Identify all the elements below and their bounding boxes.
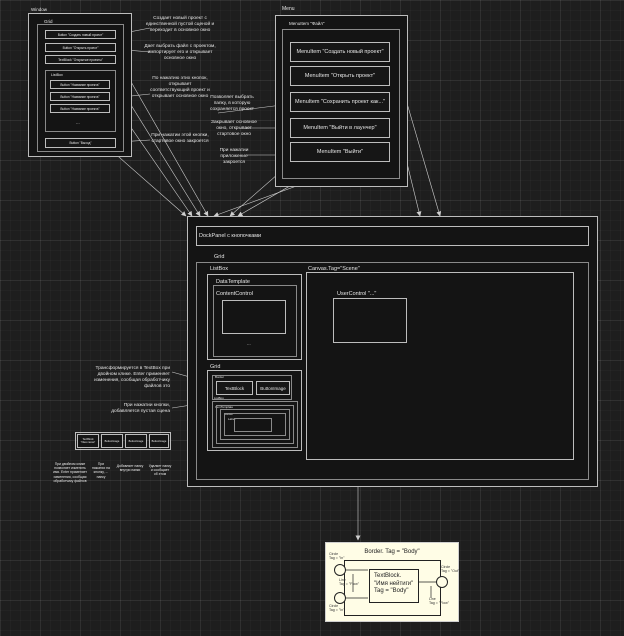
menuitem-open-project[interactable]: MenuItem "Открыть проект" xyxy=(290,66,390,86)
caption-open-project: Дает выбрать файл с проектом, импортируе… xyxy=(144,44,216,61)
listbox-ellipsis: ... xyxy=(247,341,251,346)
itemtemplate-box-5 xyxy=(234,418,272,432)
textblock-button[interactable]: TextBlock xyxy=(216,381,253,395)
contentcontrol-box xyxy=(222,300,286,334)
caption-textblock-transform: Трансформируется в TextBox при двойном к… xyxy=(94,366,170,389)
project-button-2[interactable]: Button "Название проекта" xyxy=(50,92,110,101)
annotation-circle-in-bottom: Circle Tag = "In" xyxy=(329,604,345,613)
toolbar-caption-1: При двойном клике позволяет изменить имя… xyxy=(53,462,87,483)
caption-save-as: Позволяет выбрать папку, в которую сохра… xyxy=(210,95,254,112)
toolbar-folder-name[interactable]: TextBlock "Имя папки" xyxy=(77,434,99,448)
menuitem-create-project[interactable]: MenuItem "Создать новый проект" xyxy=(290,42,390,62)
usercontrol-label: UserControl "..." xyxy=(337,291,377,297)
toolbar-caption-2: При нажатии на кнопку, ... папку xyxy=(92,462,110,479)
window-list-ellipsis: ... xyxy=(76,120,80,125)
caption-create-project: Создает новый проект с единственной пуст… xyxy=(145,16,215,33)
window-listbox-label: ListBox xyxy=(51,73,63,77)
project-button-1[interactable]: Button "Название проекта" xyxy=(50,80,110,89)
window-title: Window xyxy=(31,7,48,12)
toolbar-caption-3: Добавляет папку внутри папки xyxy=(116,464,144,473)
dockpanel-title: DockPanel с кнопочками xyxy=(199,233,262,239)
listbox-small-label: ListBox xyxy=(214,396,224,400)
caption-exit-launcher: Закрывает основное окно, открывает старт… xyxy=(211,120,257,137)
toolbar-buttonimage-1[interactable]: ButtonImage xyxy=(101,434,123,448)
menuitem-file-label: MenuItem "Файл" xyxy=(289,21,325,26)
project-button-3[interactable]: Button "Название проекта" xyxy=(50,104,110,113)
annotation-circle-out: Circle Tag = "Out" xyxy=(441,565,460,574)
listbox-label: ListBox xyxy=(210,266,229,272)
menuitem-exit[interactable]: MenuItem "Выйти" xyxy=(290,142,390,162)
exit-button[interactable]: Button "Выход" xyxy=(45,138,116,148)
toolbar-caption-4: Удаляет папку и сообщает об этом xyxy=(148,464,172,477)
contentcontrol-label: ContentControl xyxy=(216,291,253,297)
datatemplate-label: DataTemplate xyxy=(216,279,250,285)
open-projects-textblock: TextBlock "Открытые проекты" xyxy=(45,55,116,64)
menuitem-save-as[interactable]: MenuItem "Сохранить проект как..." xyxy=(290,92,390,112)
annotation-circle-in-top: Circle Tag = "In" xyxy=(329,552,345,561)
toolbar-buttonimage-2[interactable]: ButtonImage xyxy=(125,434,147,448)
usercontrol-box xyxy=(333,298,407,343)
create-project-button[interactable]: Button "Создать новый проект" xyxy=(45,30,116,39)
canvas-label: Canvas.Tag="Scene" xyxy=(308,266,360,272)
dockpanel-grid-label: Grid xyxy=(214,254,225,260)
annotation-line-left: Line Tag = "Flow" xyxy=(339,578,360,587)
window-grid-label: Grid xyxy=(44,19,53,24)
caption-exit-app: При нажатии приложение закроется xyxy=(219,148,249,165)
grid2-label: Grid xyxy=(210,364,221,370)
caption-add-scene: При нажатии кнопки, добавляется пустая с… xyxy=(111,403,170,414)
buttonimage-button[interactable]: ButtonImage xyxy=(256,381,290,395)
menuitem-exit-launcher[interactable]: MenuItem "Выйти в лаунчер" xyxy=(290,118,390,138)
open-project-button[interactable]: Button "Открыть проект" xyxy=(45,43,116,52)
toolbar-buttonimage-3[interactable]: ButtonImage xyxy=(149,434,169,448)
menu-title: Menu xyxy=(282,6,295,12)
border-label: Border xyxy=(215,375,225,379)
node-body-legend: Border. Tag = "Body" TextBlock. "Имя ней… xyxy=(325,542,459,622)
annotation-line-right: Line Tag = "Flow" xyxy=(429,597,450,606)
